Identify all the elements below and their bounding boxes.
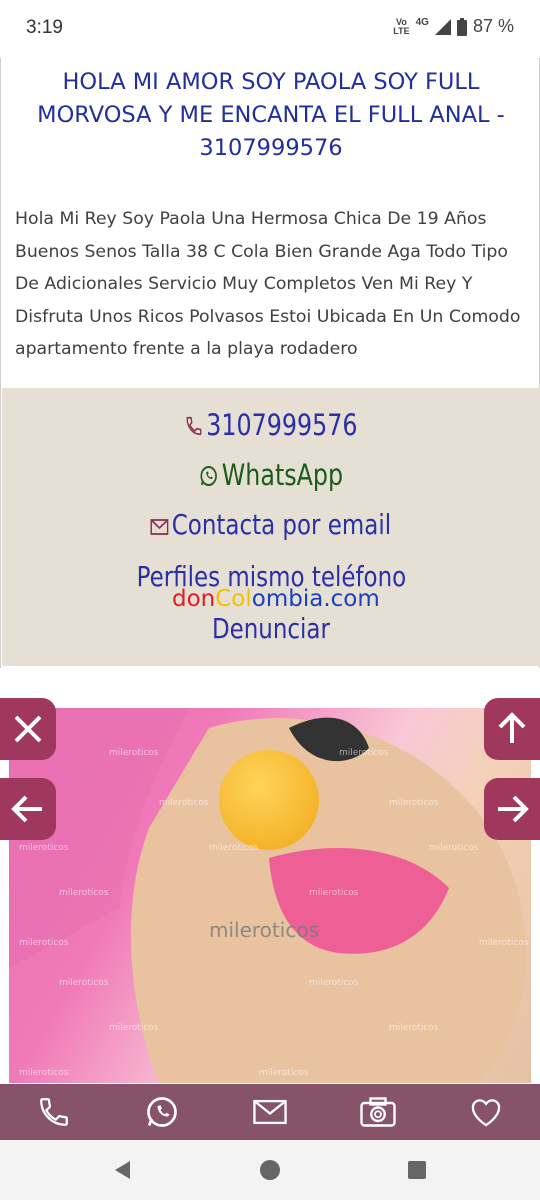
arrow-up-icon <box>498 712 526 743</box>
arrow-left-icon <box>11 795 42 823</box>
status-time: 3:19 <box>26 17 63 38</box>
whatsapp-icon <box>147 1097 177 1127</box>
back-icon[interactable] <box>112 1159 134 1181</box>
photo-watermark-small-4: mileroticos <box>389 798 439 808</box>
close-button[interactable] <box>0 698 56 760</box>
battery-level: 87 % <box>472 16 514 36</box>
watermark-part-1: don <box>172 586 216 612</box>
bottom-action-bar <box>0 1084 540 1140</box>
home-icon[interactable] <box>259 1159 281 1181</box>
recents-icon[interactable] <box>406 1159 428 1181</box>
mail-icon <box>150 519 169 535</box>
contact-box: 3107999576 WhatsApp Contacta por email P… <box>2 388 540 666</box>
phone-icon <box>186 416 202 436</box>
photo-watermark-small-16: mileroticos <box>19 1068 69 1078</box>
camera-icon <box>360 1097 396 1127</box>
close-icon <box>14 715 42 743</box>
photo-watermark-small-10: mileroticos <box>19 938 69 948</box>
mail-icon <box>253 1099 287 1125</box>
previous-button[interactable] <box>0 778 56 840</box>
wink-emoji-icon <box>219 750 319 850</box>
watermark-part-3: ombia.com <box>251 586 380 612</box>
email-link[interactable]: Contacta por email <box>2 508 540 541</box>
network-type: 4G <box>415 17 429 28</box>
gallery-button[interactable] <box>358 1092 398 1132</box>
ad-photo[interactable]: mileroticos mileroticos mileroticos mile… <box>9 708 531 1083</box>
next-button[interactable] <box>484 778 540 840</box>
phone-icon <box>40 1098 68 1126</box>
site-watermark: donColombia.com <box>172 586 380 612</box>
photo-watermark-small-5: mileroticos <box>19 843 69 853</box>
signal-icon <box>434 18 451 35</box>
whatsapp-icon <box>200 466 217 486</box>
arrow-right-icon <box>498 795 529 823</box>
photo-watermark-small-11: mileroticos <box>479 938 529 948</box>
email-label: Contacta por email <box>171 508 392 541</box>
ad-card: HOLA MI AMOR SOY PAOLA SOY FULL MORVOSA … <box>0 58 540 668</box>
photo-watermark-small-15: mileroticos <box>389 1023 439 1033</box>
call-button[interactable] <box>34 1092 74 1132</box>
phone-number: 3107999576 <box>206 408 358 442</box>
photo-watermark-small-2: mileroticos <box>339 748 389 758</box>
whatsapp-label: WhatsApp <box>221 458 344 492</box>
system-nav-bar <box>0 1140 540 1200</box>
photo-watermark-small-14: mileroticos <box>109 1023 159 1033</box>
photo-watermark-small-8: mileroticos <box>59 888 109 898</box>
photo-watermark-small-3: mileroticos <box>159 798 209 808</box>
status-icons: Vo LTE 4G 87 % <box>393 16 514 37</box>
favorite-button[interactable] <box>466 1092 506 1132</box>
denunciar-link[interactable]: Denunciar <box>2 612 540 645</box>
battery-icon <box>456 17 467 36</box>
ad-title: HOLA MI AMOR SOY PAOLA SOY FULL MORVOSA … <box>37 69 505 161</box>
volte-indicator: Vo LTE <box>393 17 410 36</box>
photo-watermark-small-13: mileroticos <box>309 978 359 988</box>
photo-watermark: mileroticos <box>209 918 319 942</box>
email-button[interactable] <box>250 1092 290 1132</box>
phone-link[interactable]: 3107999576 <box>2 408 540 442</box>
whatsapp-button[interactable] <box>142 1092 182 1132</box>
heart-icon <box>471 1099 501 1127</box>
scroll-up-button[interactable] <box>484 698 540 760</box>
ad-description: Hola Mi Rey Soy Paola Una Hermosa Chica … <box>15 209 521 359</box>
photo-watermark-small-1: mileroticos <box>109 748 159 758</box>
denunciar-label: Denunciar <box>212 612 330 645</box>
photo-watermark-small-7: mileroticos <box>429 843 479 853</box>
photo-watermark-small-12: mileroticos <box>59 978 109 988</box>
photo-watermark-small-17: mileroticos <box>259 1068 309 1078</box>
volte-bottom: LTE <box>393 25 410 36</box>
ad-page: HOLA MI AMOR SOY PAOLA SOY FULL MORVOSA … <box>0 58 540 1084</box>
photo-watermark-small-6: mileroticos <box>209 843 259 853</box>
whatsapp-link[interactable]: WhatsApp <box>2 458 540 492</box>
watermark-part-2: Col <box>215 586 252 612</box>
status-bar: 3:19 Vo LTE 4G 87 % <box>0 0 540 58</box>
photo-watermark-small-9: mileroticos <box>309 888 359 898</box>
